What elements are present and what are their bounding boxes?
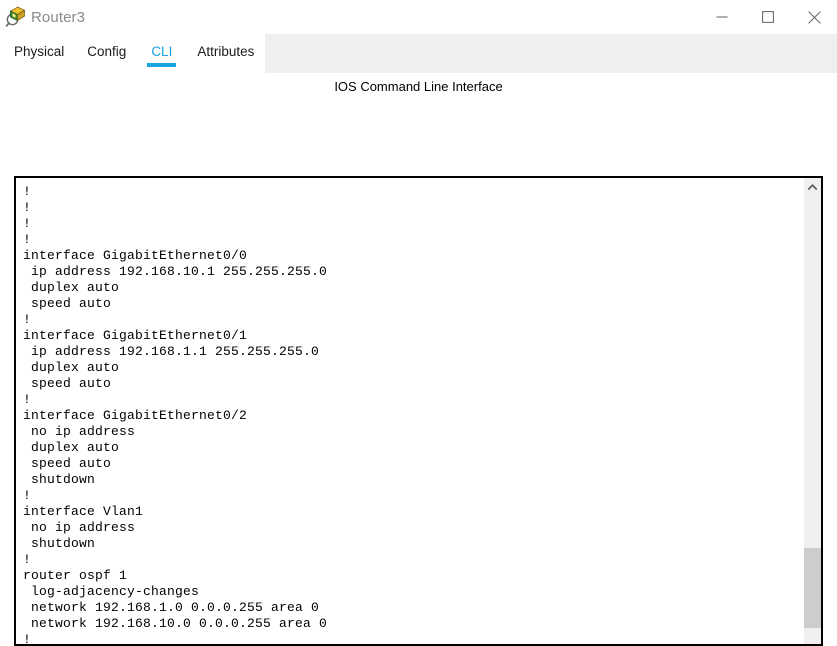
tab-strip-background: Physical Config CLI Attributes: [0, 34, 837, 73]
terminal-line: !: [23, 552, 32, 567]
terminal-line: ip address 192.168.1.1 255.255.255.0: [23, 344, 320, 359]
tab-config[interactable]: Config: [87, 34, 126, 63]
terminal-line: interface GigabitEthernet0/2: [23, 408, 248, 423]
tab-physical[interactable]: Physical: [14, 34, 64, 63]
packet-tracer-device-icon: [5, 6, 27, 28]
cli-heading: IOS Command Line Interface: [334, 79, 503, 94]
maximize-icon[interactable]: [745, 0, 791, 34]
terminal-line: ip address 192.168.10.1 255.255.255.0: [23, 264, 328, 279]
scrollbar-track[interactable]: [804, 195, 821, 644]
terminal-line: speed auto: [23, 376, 112, 391]
chevron-up-icon[interactable]: [804, 178, 821, 195]
terminal-line: duplex auto: [23, 360, 120, 375]
terminal-line: !: [23, 200, 32, 215]
terminal-output[interactable]: !!!! interface GigabitEthernet0/0 ip addr…: [16, 178, 804, 644]
terminal-line: !: [23, 232, 32, 247]
terminal-line: !: [23, 488, 32, 503]
tab-strip: Physical Config CLI Attributes: [0, 34, 265, 73]
terminal-line: speed auto: [23, 456, 112, 471]
minimize-icon[interactable]: [699, 0, 745, 34]
terminal-frame: !!!! interface GigabitEthernet0/0 ip addr…: [14, 176, 823, 646]
terminal-line: !: [23, 312, 32, 327]
terminal-line: shutdown: [23, 536, 96, 551]
terminal-line: !: [23, 184, 32, 199]
terminal-line: !: [23, 632, 32, 644]
terminal-line: duplex auto: [23, 280, 120, 295]
terminal-line: interface GigabitEthernet0/1: [23, 328, 248, 343]
window-title: Router3: [31, 8, 86, 26]
terminal-line: log-adjacency-changes: [23, 584, 200, 599]
terminal-line: interface GigabitEthernet0/0: [23, 248, 248, 263]
router-cli-window: Router3 Physical Config CLI Attributes I…: [0, 0, 837, 646]
terminal-line: duplex auto: [23, 440, 120, 455]
terminal-line: interface Vlan1: [23, 504, 144, 519]
title-bar: Router3: [0, 0, 837, 34]
window-controls: [699, 0, 837, 34]
terminal-line: !: [23, 216, 32, 231]
terminal-line: !: [23, 392, 32, 407]
scrollbar-thumb[interactable]: [804, 548, 821, 628]
cli-panel: IOS Command Line Interface !!!! interface…: [0, 73, 837, 646]
terminal-scrollbar[interactable]: [804, 178, 821, 644]
tab-cli-label: CLI: [151, 44, 173, 59]
tab-attributes[interactable]: Attributes: [197, 34, 254, 63]
close-icon[interactable]: [791, 0, 837, 34]
tab-physical-label: Physical: [14, 44, 65, 59]
terminal-line: router ospf 1: [23, 568, 128, 583]
terminal-line: speed auto: [23, 296, 112, 311]
tab-cli[interactable]: CLI: [147, 34, 177, 67]
tab-active-indicator: [147, 63, 177, 67]
terminal-line: network 192.168.10.0 0.0.0.255 area 0: [23, 616, 328, 631]
terminal-line: shutdown: [23, 472, 96, 487]
terminal-line: no ip address: [23, 520, 136, 535]
tab-config-label: Config: [87, 44, 127, 59]
terminal-line: no ip address: [23, 424, 136, 439]
tab-attributes-label: Attributes: [197, 44, 255, 59]
terminal-line: network 192.168.1.0 0.0.0.255 area 0: [23, 600, 320, 615]
